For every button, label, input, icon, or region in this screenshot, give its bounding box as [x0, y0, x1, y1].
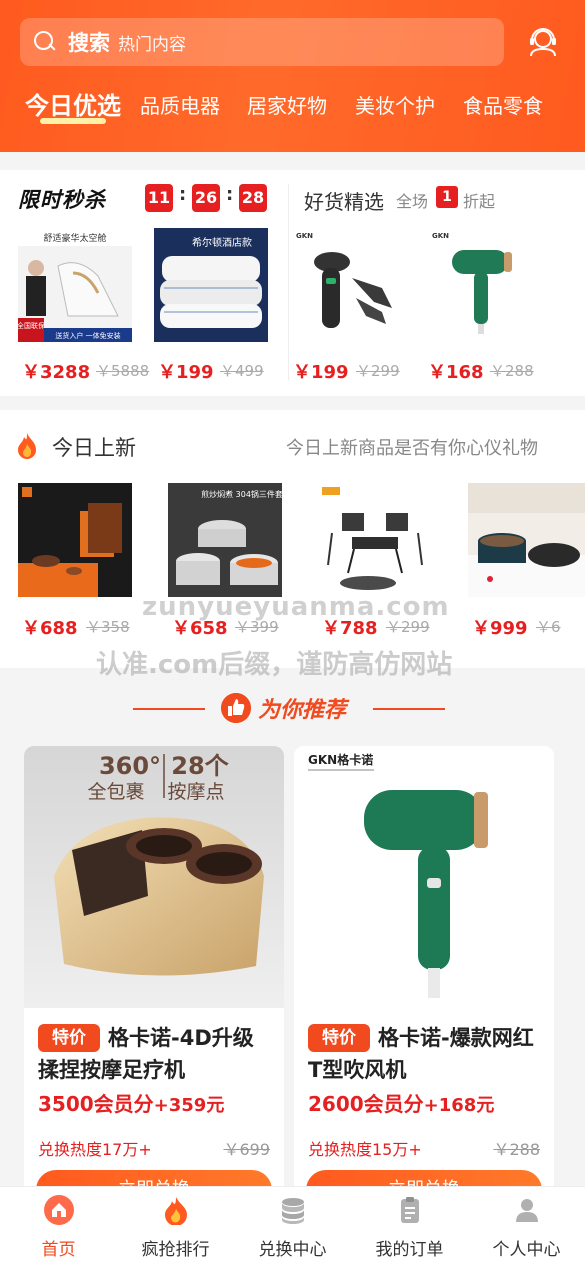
svg-text:GKN格卡诺: GKN格卡诺: [308, 752, 373, 767]
timer-hours: 11: [145, 184, 173, 212]
nav-label: 个人中心: [492, 1240, 561, 1260]
svg-text:GKN: GKN: [296, 232, 313, 240]
exchange-heat: 兑换热度17万+: [38, 1140, 152, 1159]
svg-text:全包裹: 全包裹: [87, 781, 144, 803]
nav-profile[interactable]: 个人中心: [468, 1187, 585, 1264]
search-icon: [34, 31, 56, 53]
tab-beauty[interactable]: 美妆个护: [355, 90, 435, 119]
product-image-shaver[interactable]: GKN: [292, 228, 402, 342]
timer-colon: :: [226, 184, 234, 205]
svg-text:GKN: GKN: [432, 232, 449, 240]
header: 搜索 热门内容 今日优选 品质电器 居家好物 美妆个护 食品零食: [0, 0, 585, 152]
product-original-price: ￥699: [223, 1140, 270, 1159]
svg-text:全国联保: 全国联保: [18, 321, 45, 330]
product-price: ￥999: [472, 618, 528, 639]
nav-label: 我的订单: [375, 1240, 444, 1260]
home-icon: [44, 1195, 74, 1225]
product-price: ￥199: [293, 362, 349, 383]
user-icon: [516, 1199, 538, 1222]
product-price: ￥199: [158, 362, 214, 383]
bottom-nav: 首页 疯抢排行 兑换中心 我的订单 个人中心: [0, 1186, 585, 1264]
flash-sale-section: 限时秒杀 11 : 26 : 28 好货精选 全场 1 折起 舒适豪华太空舱 全…: [0, 170, 585, 396]
tab-home-goods[interactable]: 居家好物: [247, 90, 327, 119]
timer-minutes: 26: [192, 184, 220, 212]
svg-text:按摩点: 按摩点: [167, 781, 224, 803]
fire-icon: [165, 1197, 187, 1225]
svg-text:希尔顿酒店款: 希尔顿酒店款: [192, 236, 252, 249]
customer-service-icon[interactable]: [526, 24, 560, 58]
exchange-heat: 兑换热度15万+: [308, 1140, 422, 1159]
svg-text:煎炒焖煮 304锅三件套: 煎炒焖煮 304锅三件套: [201, 489, 282, 499]
fire-icon: [18, 433, 36, 459]
tab-food-snacks[interactable]: 食品零食: [463, 90, 543, 119]
product-original-price: ￥299: [356, 362, 400, 380]
nav-label: 首页: [41, 1240, 76, 1260]
nav-label: 兑换中心: [258, 1240, 327, 1260]
recommend-card[interactable]: 360° 全包裹 28个 按摩点 特价 格卡诺-4D升级揉捏按摩足疗机 3500…: [24, 746, 284, 1206]
flash-sale-title: 限时秒杀: [18, 188, 106, 212]
product-price: ￥3288: [22, 362, 91, 383]
active-tab-indicator: [40, 118, 106, 124]
product-original-price: ￥288: [490, 362, 534, 380]
recommend-divider-right: [373, 708, 445, 710]
section-divider: [288, 184, 289, 380]
timer-colon: :: [179, 184, 187, 205]
product-image-hair-dryer-large: GKN格卡诺: [294, 746, 554, 1008]
product-image-pillows[interactable]: 希尔顿酒店款: [154, 228, 268, 342]
recommend-divider-left: [133, 708, 205, 710]
product-price: ￥688: [22, 618, 78, 639]
nav-orders[interactable]: 我的订单: [351, 1187, 468, 1264]
product-image-pots[interactable]: [468, 483, 585, 597]
recommend-title: 为你推荐: [258, 698, 347, 723]
good-picks-title: 好货精选: [304, 190, 384, 214]
product-image-tea-set[interactable]: [18, 483, 132, 597]
new-today-section: 今日上新 今日上新商品是否有你心仪礼物 ￥688 ￥358 煎炒焖煮 304锅三…: [0, 410, 585, 668]
good-picks-sub2: 折起: [463, 192, 496, 211]
recommend-card[interactable]: GKN格卡诺 特价 格卡诺-爆款网红T型吹风机 2600会员分+168元 兑换热…: [294, 746, 554, 1206]
watermark-notice: 认准.com后缀，谨防高仿网站: [96, 650, 453, 680]
new-today-subtitle: 今日上新商品是否有你心仪礼物: [286, 438, 538, 459]
product-price: ￥168: [428, 362, 484, 383]
good-picks-sub: 全场: [396, 192, 429, 211]
timer-seconds: 28: [239, 184, 267, 212]
svg-text:送货入户 一体免安装: 送货入户 一体免安装: [55, 331, 120, 340]
search-placeholder[interactable]: 热门内容: [118, 30, 186, 55]
product-name: 格卡诺-4D升级揉捏按摩足疗机: [38, 1026, 254, 1082]
svg-text:28个: 28个: [171, 752, 229, 780]
nav-ranking[interactable]: 疯抢排行: [117, 1187, 234, 1264]
product-original-price: ￥288: [493, 1140, 540, 1159]
search-label: 搜索: [68, 31, 110, 55]
svg-text:360°: 360°: [99, 752, 161, 780]
product-image-hair-dryer[interactable]: GKN: [428, 228, 538, 342]
product-name: 格卡诺-爆款网红T型吹风机: [308, 1026, 534, 1082]
nav-label: 疯抢排行: [141, 1240, 210, 1260]
nav-exchange[interactable]: 兑换中心: [234, 1187, 351, 1264]
product-image-folding-chairs[interactable]: [318, 483, 432, 597]
category-tabs: 今日优选 品质电器 居家好物 美妆个护 食品零食: [0, 84, 585, 144]
product-image-massage-chair[interactable]: 舒适豪华太空舱 全国联保 送货入户 一体免安装: [18, 228, 132, 342]
product-points-price: 3500会员分+359元: [38, 1092, 225, 1116]
product-image-foot-massager: 360° 全包裹 28个 按摩点: [24, 746, 284, 1008]
order-icon: [401, 1197, 419, 1223]
nav-home[interactable]: 首页: [0, 1187, 117, 1264]
svg-text:舒适豪华太空舱: 舒适豪华太空舱: [43, 232, 106, 244]
watermark-domain: zunyueyuanma.com: [142, 592, 450, 622]
thumbs-up-icon: [221, 693, 251, 723]
tab-today-picks[interactable]: 今日优选: [25, 86, 121, 121]
search-bar[interactable]: 搜索 热门内容: [20, 18, 504, 66]
new-today-title: 今日上新: [52, 436, 136, 460]
product-original-price: ￥6: [536, 618, 561, 636]
product-image-cookware[interactable]: 煎炒焖煮 304锅三件套: [168, 483, 282, 597]
tab-appliances[interactable]: 品质电器: [140, 90, 220, 119]
coins-icon: [282, 1198, 304, 1224]
product-original-price: ￥358: [86, 618, 130, 636]
product-original-price: ￥5888: [96, 362, 150, 380]
product-original-price: ￥499: [220, 362, 264, 380]
product-points-price: 2600会员分+168元: [308, 1092, 495, 1116]
discount-badge: 1: [436, 186, 458, 208]
